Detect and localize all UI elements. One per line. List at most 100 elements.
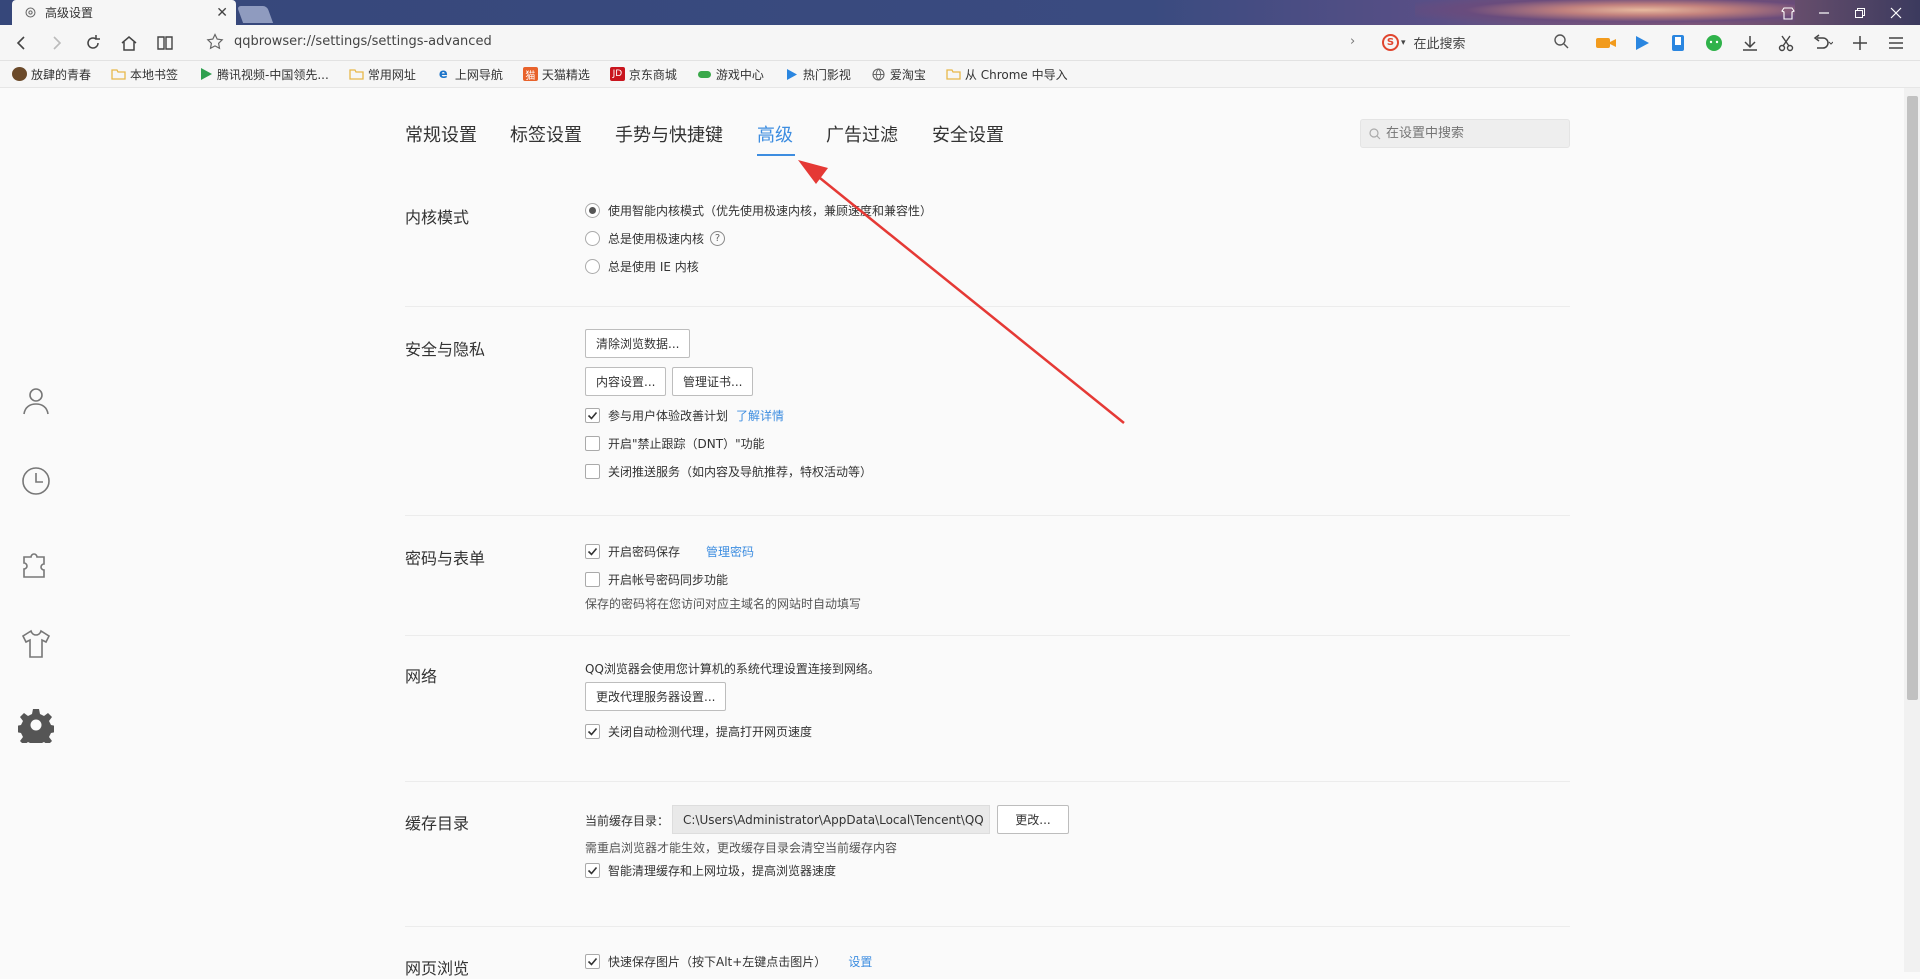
tab-advanced[interactable]: 高级 <box>757 121 793 147</box>
folder-icon <box>111 67 126 81</box>
learn-more-link[interactable]: 了解详情 <box>736 407 784 424</box>
tab-general[interactable]: 常规设置 <box>405 121 477 147</box>
user-icon[interactable] <box>17 381 55 419</box>
checkbox[interactable] <box>585 544 600 559</box>
tencent-video-icon <box>198 67 213 81</box>
change-proxy-button[interactable]: 更改代理服务器设置... <box>585 682 727 711</box>
close-tab-icon[interactable]: ✕ <box>216 5 228 21</box>
plus-icon[interactable] <box>1848 31 1872 55</box>
bookmark-icon[interactable] <box>1666 31 1690 55</box>
scrollbar-thumb[interactable] <box>1907 96 1918 700</box>
checkbox[interactable] <box>585 724 600 739</box>
check-quick-save-image[interactable]: 快速保存图片（按下Alt+左键点击图片） 设置 <box>585 953 872 970</box>
bookmark-item[interactable]: e 上网导航 <box>436 66 503 83</box>
check-smart-clean[interactable]: 智能清理缓存和上网垃圾，提高浏览器速度 <box>585 862 836 879</box>
checkbox[interactable] <box>585 572 600 587</box>
settings-search-input[interactable] <box>1386 126 1556 141</box>
cache-path-field: C:\Users\Administrator\AppData\Local\Ten… <box>672 805 990 834</box>
radio-speed-kernel[interactable]: 总是使用极速内核? <box>585 230 726 247</box>
menu-icon[interactable] <box>1884 31 1908 55</box>
manage-passwords-link[interactable]: 管理密码 <box>706 543 754 560</box>
radio-smart-kernel[interactable]: 使用智能内核模式（优先使用极速内核，兼顾速度和兼容性） <box>585 202 932 219</box>
refresh-icon[interactable] <box>82 32 104 54</box>
gear-icon <box>25 7 36 18</box>
search-engine-selector[interactable]: S ▾ 在此搜索 <box>1382 33 1466 52</box>
check-save-password[interactable]: 开启密码保存 管理密码 <box>585 543 754 560</box>
video-camera-icon[interactable] <box>1594 31 1618 55</box>
check-dnt[interactable]: 开启"禁止跟踪（DNT）"功能 <box>585 435 765 452</box>
bookmarks-bar: 放肆的青春 本地书签 腾讯视频-中国领先... 常用网址 e 上网导航 猫天猫精选… <box>0 61 1920 88</box>
tencent-video-icon[interactable] <box>1630 31 1654 55</box>
checkbox[interactable] <box>585 464 600 479</box>
back-icon[interactable] <box>10 32 32 54</box>
checkbox[interactable] <box>585 954 600 969</box>
check-push-service[interactable]: 关闭推送服务（如内容及导航推荐，特权活动等） <box>585 463 872 480</box>
check-auto-proxy[interactable]: 关闭自动检测代理，提高打开网页速度 <box>585 723 812 740</box>
scissors-icon[interactable] <box>1774 31 1798 55</box>
bookmark-item[interactable]: 腾讯视频-中国领先... <box>198 66 329 83</box>
section-cache: 缓存目录 当前缓存目录： C:\Users\Administrator\AppD… <box>405 781 1570 926</box>
bookmark-item[interactable]: 爱淘宝 <box>871 66 926 83</box>
tab-adblock[interactable]: 广告过滤 <box>826 121 898 147</box>
download-icon[interactable] <box>1738 31 1762 55</box>
bookmark-item[interactable]: 放肆的青春 <box>12 66 91 83</box>
section-passwords: 密码与表单 开启密码保存 管理密码 开启帐号密码同步功能 保存的密码将在您访问对应… <box>405 515 1570 635</box>
bookmark-item[interactable]: 本地书签 <box>111 66 178 83</box>
skin-shirt-icon[interactable] <box>17 625 55 663</box>
star-icon[interactable] <box>206 33 224 55</box>
bookmark-item[interactable]: 猫天猫精选 <box>522 66 590 83</box>
sogou-logo-icon: S <box>1382 34 1399 51</box>
tab-title: 高级设置 <box>45 6 94 20</box>
wechat-icon[interactable] <box>1702 31 1726 55</box>
forward-icon[interactable] <box>46 32 68 54</box>
bookmark-item[interactable]: 从 Chrome 中导入 <box>946 66 1068 83</box>
search-icon[interactable] <box>1553 33 1569 53</box>
chevron-right-icon[interactable]: › <box>1350 34 1355 49</box>
tab-security[interactable]: 安全设置 <box>932 121 1004 147</box>
tab-gestures[interactable]: 手势与快捷键 <box>615 121 723 147</box>
check-sync-password[interactable]: 开启帐号密码同步功能 <box>585 571 728 588</box>
radio-button[interactable] <box>585 259 600 274</box>
image-settings-link[interactable]: 设置 <box>848 953 872 970</box>
url-text[interactable]: qqbrowser://settings/settings-advanced <box>234 34 492 49</box>
network-note: QQ浏览器会使用您计算机的系统代理设置连接到网络。 <box>585 662 880 676</box>
address-bar: qqbrowser://settings/settings-advanced ›… <box>0 25 1920 61</box>
manage-certificates-button[interactable]: 管理证书... <box>672 367 754 396</box>
restore-icon[interactable] <box>1842 0 1878 25</box>
check-ux-program[interactable]: 参与用户体验改善计划 了解详情 <box>585 407 784 424</box>
bookmark-item[interactable]: 游戏中心 <box>697 66 764 83</box>
history-clock-icon[interactable] <box>17 462 55 500</box>
checkbox[interactable] <box>585 436 600 451</box>
radio-button[interactable] <box>585 231 600 246</box>
cache-note: 需重启浏览器才能生效，更改缓存目录会清空当前缓存内容 <box>585 841 898 855</box>
help-icon[interactable]: ? <box>710 231 726 246</box>
home-icon[interactable] <box>118 32 140 54</box>
search-icon <box>1369 127 1381 139</box>
change-cache-button[interactable]: 更改... <box>997 805 1069 834</box>
content-settings-button[interactable]: 内容设置... <box>585 367 667 396</box>
section-kernel: 内核模式 使用智能内核模式（优先使用极速内核，兼顾速度和兼容性） 总是使用极速内… <box>405 188 1570 306</box>
tab-tabs[interactable]: 标签设置 <box>510 121 582 147</box>
bookmark-item[interactable]: 常用网址 <box>349 66 416 83</box>
settings-search-box[interactable] <box>1360 119 1570 148</box>
gamepad-icon <box>697 67 712 81</box>
radio-button[interactable] <box>585 203 600 218</box>
new-tab-button[interactable] <box>236 6 274 23</box>
folder-icon <box>946 67 961 81</box>
reading-mode-icon[interactable] <box>154 32 176 54</box>
bookmark-item[interactable]: JD 京东商城 <box>609 66 677 83</box>
close-window-icon[interactable] <box>1878 0 1914 25</box>
skin-icon[interactable] <box>1770 0 1806 25</box>
checkbox[interactable] <box>585 408 600 423</box>
clear-browsing-data-button[interactable]: 清除浏览数据... <box>585 329 691 358</box>
settings-gear-icon[interactable] <box>17 706 55 744</box>
extension-puzzle-icon[interactable] <box>17 544 55 582</box>
browser-tab-active[interactable]: 高级设置 ✕ <box>12 0 236 25</box>
search-input[interactable]: 在此搜索 <box>1414 33 1466 52</box>
bookmark-item[interactable]: 热门影视 <box>784 66 851 83</box>
checkbox[interactable] <box>585 863 600 878</box>
minimize-icon[interactable] <box>1806 0 1842 25</box>
settings-tabs: 常规设置 标签设置 手势与快捷键 高级 广告过滤 安全设置 <box>405 88 1570 158</box>
radio-ie-kernel[interactable]: 总是使用 IE 内核 <box>585 258 699 275</box>
undo-icon[interactable] <box>1810 31 1834 55</box>
